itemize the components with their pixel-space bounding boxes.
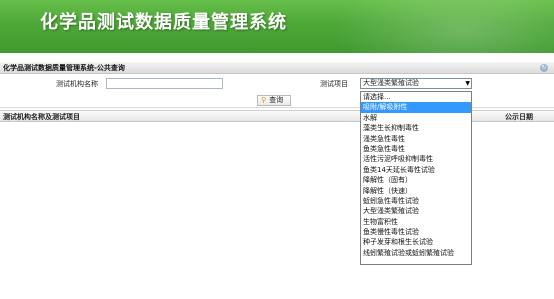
app-title: 化学品测试数据质量管理系统 bbox=[40, 12, 287, 33]
dropdown-option[interactable]: 活性污泥呼吸抑制毒性 bbox=[361, 154, 471, 164]
dropdown-option[interactable]: 吸附/解吸附性 bbox=[361, 102, 471, 113]
search-button[interactable]: ⚲ 查询 bbox=[257, 95, 291, 106]
dropdown-option[interactable]: 降解性（固有） bbox=[361, 175, 471, 185]
dropdown-option[interactable]: 鱼类急性毒性 bbox=[361, 144, 471, 154]
banner-glow bbox=[334, 0, 554, 53]
agency-label: 测试机构名称 bbox=[56, 80, 98, 88]
dropdown-option[interactable]: 线蚓繁殖试验或蚯蚓繁殖试验 bbox=[361, 248, 471, 258]
test-item-dropdown-list[interactable]: 请选择... 吸附/解吸附性 水解 藻类生长抑制毒性 溞类急性毒性 鱼类急性毒性 活性污泥呼… bbox=[360, 91, 472, 265]
search-button-label: 查询 bbox=[269, 96, 284, 104]
refresh-icon[interactable]: ↻ bbox=[540, 64, 548, 72]
dropdown-option[interactable]: 藻类生长抑制毒性 bbox=[361, 123, 471, 133]
panel-header: 化学品测试数据质量管理系统-公共查询 ↻ bbox=[0, 62, 554, 74]
column-header-date[interactable]: 公示日期 bbox=[505, 112, 533, 122]
column-header-name[interactable]: 测试机构名称及测试项目 bbox=[3, 112, 80, 122]
dropdown-option[interactable]: 请选择... bbox=[361, 92, 471, 102]
dropdown-option[interactable]: 生物富积性 bbox=[361, 217, 471, 227]
agency-input[interactable] bbox=[106, 78, 223, 89]
header-separator bbox=[0, 53, 554, 62]
test-item-label: 测试项目 bbox=[320, 80, 348, 88]
dropdown-option[interactable]: 鱼类慢性毒性试验 bbox=[361, 227, 471, 237]
panel-title: 化学品测试数据质量管理系统-公共查询 bbox=[3, 64, 125, 72]
test-item-selected-value: 大型溞类繁殖试验 bbox=[363, 79, 419, 87]
dropdown-option[interactable]: 溞类急性毒性 bbox=[361, 134, 471, 144]
dropdown-option[interactable]: 水解 bbox=[361, 113, 471, 123]
dropdown-option[interactable]: 鱼类14天延长毒性试验 bbox=[361, 165, 471, 175]
header-banner: 化学品测试数据质量管理系统 bbox=[0, 0, 554, 53]
search-icon: ⚲ bbox=[261, 96, 267, 104]
dropdown-option[interactable]: 种子发芽和根生长试验 bbox=[361, 237, 471, 247]
test-item-select[interactable]: 大型溞类繁殖试验 ▼ bbox=[360, 78, 472, 89]
dropdown-option[interactable]: 降解性（快速） bbox=[361, 186, 471, 196]
dropdown-option[interactable]: 大型溞类繁殖试验 bbox=[361, 206, 471, 216]
dropdown-option[interactable]: 蚯蚓急性毒性试验 bbox=[361, 196, 471, 206]
dropdown-arrow-icon[interactable]: ▼ bbox=[465, 79, 470, 88]
